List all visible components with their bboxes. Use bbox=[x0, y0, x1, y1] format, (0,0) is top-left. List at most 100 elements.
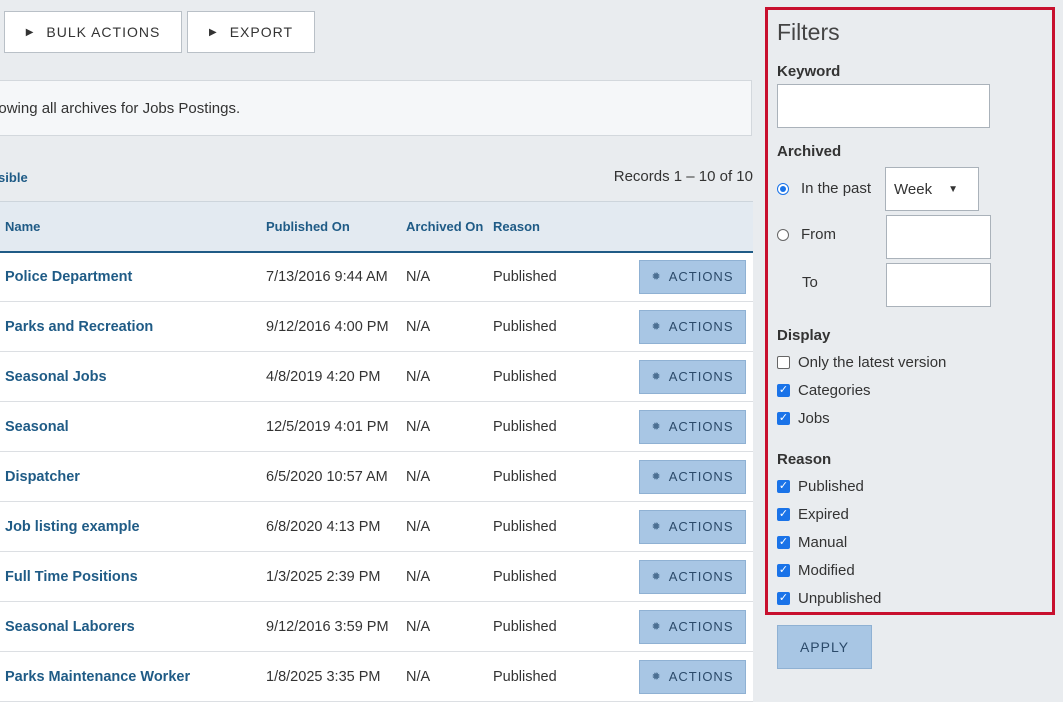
row-name-link[interactable]: Parks and Recreation bbox=[0, 302, 266, 352]
column-header-published[interactable]: Published On bbox=[266, 201, 406, 252]
info-message: Showing all archives for Jobs Postings. bbox=[0, 99, 241, 117]
archived-label: Archived bbox=[777, 143, 842, 160]
keyword-input[interactable] bbox=[777, 84, 990, 128]
actions-button[interactable]: ✹ ACTIONS bbox=[639, 409, 746, 444]
play-triangle-icon: ▶ bbox=[208, 26, 218, 38]
keyword-label: Keyword bbox=[777, 63, 841, 80]
display-checkbox[interactable]: ✓ bbox=[777, 412, 790, 425]
row-name-link[interactable]: Seasonal bbox=[0, 402, 266, 452]
row-name-link[interactable]: Dispatcher bbox=[0, 452, 266, 502]
from-radio[interactable] bbox=[777, 228, 789, 241]
actions-button[interactable]: ✹ ACTIONS bbox=[639, 559, 746, 594]
from-label: From bbox=[801, 226, 836, 243]
column-header-reason[interactable]: Reason bbox=[493, 201, 633, 252]
row-archived-on: N/A bbox=[406, 318, 431, 335]
filters-sidebar: Filters Keyword Archived In the past Wee… bbox=[753, 0, 1063, 701]
reason-checkbox-row[interactable]: ✓ Unpublished bbox=[777, 590, 881, 607]
row-actions-cell: ✹ ACTIONS bbox=[633, 602, 753, 652]
display-option-label: Categories bbox=[798, 382, 871, 399]
display-checkbox[interactable]: ✓ bbox=[777, 384, 790, 397]
period-select-value: Week bbox=[894, 180, 933, 198]
actions-label: ACTIONS bbox=[668, 419, 734, 434]
row-reason: Published bbox=[493, 568, 557, 585]
from-radio-row[interactable]: From bbox=[777, 226, 836, 243]
to-date-input[interactable] bbox=[886, 263, 991, 307]
actions-button[interactable]: ✹ ACTIONS bbox=[639, 659, 746, 694]
row-name-link[interactable]: Full Time Positions bbox=[0, 552, 266, 602]
table-row: Full Time Positions 1/3/2025 2:39 PM N/A Pu… bbox=[0, 552, 753, 602]
reason-option-label: Published bbox=[798, 478, 864, 495]
row-archived-on: N/A bbox=[406, 268, 431, 285]
row-archived-on: N/A bbox=[406, 518, 431, 535]
row-published-on: 1/8/2025 3:35 PM bbox=[266, 668, 381, 685]
play-triangle-icon: ▶ bbox=[25, 26, 35, 38]
actions-button[interactable]: ✹ ACTIONS bbox=[639, 259, 746, 294]
row-actions-cell: ✹ ACTIONS bbox=[633, 452, 753, 502]
actions-button[interactable]: ✹ ACTIONS bbox=[639, 459, 746, 494]
gear-icon: ✹ bbox=[651, 671, 662, 683]
to-row: To bbox=[802, 274, 818, 291]
row-actions-cell: ✹ ACTIONS bbox=[633, 352, 753, 402]
display-option-label: Jobs bbox=[798, 410, 830, 427]
reason-checkbox[interactable]: ✓ bbox=[777, 564, 790, 577]
export-button[interactable]: ▶ EXPORT bbox=[187, 11, 315, 53]
actions-label: ACTIONS bbox=[668, 469, 734, 484]
reason-checkbox-row[interactable]: ✓ Expired bbox=[777, 506, 849, 523]
reason-checkbox-row[interactable]: ✓ Manual bbox=[777, 534, 847, 551]
to-label: To bbox=[802, 274, 818, 291]
actions-label: ACTIONS bbox=[668, 269, 734, 285]
row-archived-on: N/A bbox=[406, 568, 431, 585]
reason-checkbox[interactable]: ✓ bbox=[777, 508, 790, 521]
reason-checkbox[interactable]: ✓ bbox=[777, 592, 790, 605]
gear-icon: ✹ bbox=[651, 471, 662, 483]
in-the-past-radio[interactable] bbox=[777, 182, 789, 195]
column-header-archived[interactable]: Archived On bbox=[406, 201, 493, 252]
row-name-link[interactable]: Seasonal Laborers bbox=[0, 602, 266, 652]
filters-panel: Filters Keyword Archived In the past Wee… bbox=[765, 7, 1055, 615]
filters-title: Filters bbox=[777, 19, 840, 45]
actions-button[interactable]: ✹ ACTIONS bbox=[639, 609, 746, 644]
row-archived-on: N/A bbox=[406, 418, 431, 435]
bulk-actions-label: BULK ACTIONS bbox=[46, 24, 161, 40]
row-name-link[interactable]: Job listing example bbox=[0, 502, 266, 552]
row-reason: Published bbox=[493, 418, 557, 435]
reason-checkbox-row[interactable]: ✓ Published bbox=[777, 478, 864, 495]
display-checkbox[interactable] bbox=[777, 356, 790, 369]
bulk-actions-button[interactable]: ▶ BULK ACTIONS bbox=[4, 11, 182, 53]
row-name-link[interactable]: Police Department bbox=[0, 252, 266, 302]
actions-button[interactable]: ✹ ACTIONS bbox=[639, 309, 746, 344]
main-content: ▶ BULK ACTIONS ▶ EXPORT Showing all arch… bbox=[0, 0, 753, 702]
table-row: Job listing example 6/8/2020 4:13 PM N/A Pu… bbox=[0, 502, 753, 552]
gear-icon: ✹ bbox=[651, 621, 662, 633]
actions-label: ACTIONS bbox=[668, 519, 734, 534]
table-row: Seasonal Jobs 4/8/2019 4:20 PM N/A Publishe… bbox=[0, 352, 753, 402]
reason-checkbox-row[interactable]: ✓ Modified bbox=[777, 562, 855, 579]
row-archived-on: N/A bbox=[406, 368, 431, 385]
row-name-link[interactable]: Seasonal Jobs bbox=[0, 352, 266, 402]
column-header-name[interactable]: Name bbox=[0, 201, 266, 252]
visible-link[interactable]: Visible bbox=[0, 170, 28, 185]
gear-icon: ✹ bbox=[651, 521, 662, 533]
table-row: Parks and Recreation 9/12/2016 4:00 PM N/A… bbox=[0, 302, 753, 352]
in-the-past-radio-row[interactable]: In the past bbox=[777, 180, 871, 197]
records-count: Records 1 – 10 of 10 bbox=[613, 168, 753, 185]
actions-button[interactable]: ✹ ACTIONS bbox=[639, 509, 746, 544]
reason-checkbox[interactable]: ✓ bbox=[777, 536, 790, 549]
reason-checkbox[interactable]: ✓ bbox=[777, 480, 790, 493]
display-checkbox-row[interactable]: ✓ Jobs bbox=[777, 410, 830, 427]
display-checkbox-row[interactable]: Only the latest version bbox=[777, 354, 946, 371]
row-published-on: 1/3/2025 2:39 PM bbox=[266, 568, 381, 585]
from-date-input[interactable] bbox=[886, 215, 991, 259]
row-actions-cell: ✹ ACTIONS bbox=[633, 302, 753, 352]
display-label: Display bbox=[777, 327, 831, 344]
row-actions-cell: ✹ ACTIONS bbox=[633, 252, 753, 302]
row-name-link[interactable]: Parks Maintenance Worker bbox=[0, 652, 266, 702]
apply-button[interactable]: APPLY bbox=[777, 625, 872, 669]
reason-label: Reason bbox=[777, 451, 832, 468]
period-select[interactable]: Week ▼ bbox=[885, 167, 979, 211]
row-actions-cell: ✹ ACTIONS bbox=[633, 652, 753, 702]
row-reason: Published bbox=[493, 668, 557, 685]
gear-icon: ✹ bbox=[651, 271, 662, 284]
display-checkbox-row[interactable]: ✓ Categories bbox=[777, 382, 871, 399]
actions-button[interactable]: ✹ ACTIONS bbox=[639, 359, 746, 394]
